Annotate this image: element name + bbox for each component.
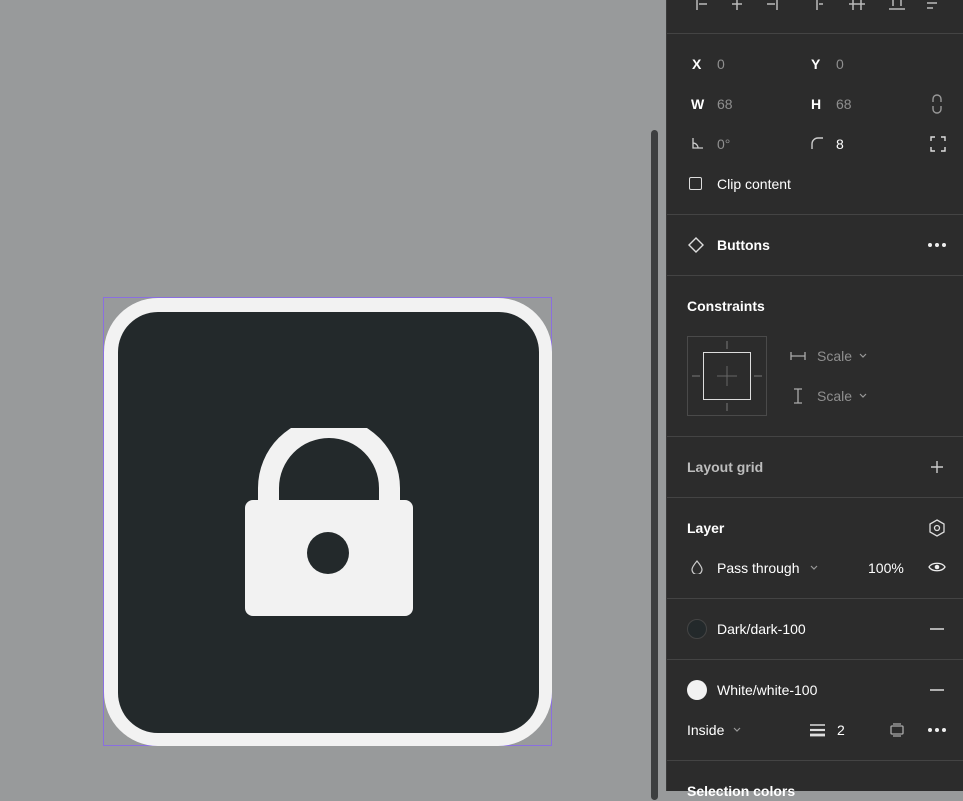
fill-row-dark: Dark/dark-100 <box>667 599 963 660</box>
blend-mode-icon <box>691 560 703 574</box>
rotation-field[interactable]: 0° <box>717 136 730 152</box>
component-diamond-icon <box>688 237 704 253</box>
y-field[interactable]: 0 <box>836 56 844 72</box>
horizontal-constraint-icon <box>790 352 806 360</box>
align-icons[interactable] <box>689 0 939 12</box>
layout-grid-section: Layout grid <box>667 437 963 498</box>
properties-panel: X 0 Y 0 W 68 H 68 0° 8 Clip content Butt… <box>666 0 963 799</box>
stroke-weight-icon <box>810 724 825 737</box>
constraints-title: Constraints <box>687 298 765 314</box>
constrain-proportions-icon[interactable] <box>931 94 943 114</box>
x-label: X <box>692 56 702 72</box>
layout-grid-title: Layout grid <box>687 459 764 475</box>
corner-radius-field[interactable]: 8 <box>836 136 844 152</box>
stroke-position-select[interactable]: Inside <box>687 722 724 738</box>
component-name[interactable]: Buttons <box>717 237 770 253</box>
fill-color-swatch[interactable] <box>687 619 707 639</box>
stroke-style-name[interactable]: White/white-100 <box>717 682 817 698</box>
horizontal-constraint-select[interactable]: Scale <box>817 348 852 364</box>
stroke-weight-field[interactable]: 2 <box>837 722 845 738</box>
selection-colors-title: Selection colors <box>687 783 796 799</box>
fill-style-name[interactable]: Dark/dark-100 <box>717 621 806 637</box>
stroke-more-options-icon[interactable] <box>927 727 947 733</box>
corner-radius-icon <box>811 137 823 149</box>
blend-mode-select[interactable]: Pass through <box>717 560 800 576</box>
vertical-constraint-icon <box>794 388 802 404</box>
clip-content-label: Clip content <box>717 176 791 192</box>
chevron-down-icon <box>859 393 867 398</box>
layer-opacity-field[interactable]: 100% <box>868 560 904 576</box>
rotation-icon <box>692 138 703 149</box>
constraints-widget[interactable] <box>687 336 767 416</box>
alignment-toolbar <box>667 0 963 34</box>
height-field[interactable]: 68 <box>836 96 852 112</box>
remove-fill-icon[interactable] <box>930 628 944 630</box>
width-field[interactable]: 68 <box>717 96 733 112</box>
chevron-down-icon <box>810 565 818 570</box>
y-label: Y <box>811 56 821 72</box>
individual-strokes-icon[interactable] <box>889 722 905 738</box>
chevron-down-icon <box>733 727 741 732</box>
transform-section: X 0 Y 0 W 68 H 68 0° 8 Clip content <box>667 34 963 215</box>
add-layout-grid-icon[interactable] <box>930 460 944 474</box>
design-canvas[interactable] <box>0 0 666 800</box>
selection-colors-section: Selection colors <box>667 761 963 801</box>
more-options-icon[interactable] <box>927 242 947 248</box>
canvas-scrollbar-thumb[interactable] <box>651 130 658 800</box>
visibility-eye-icon[interactable] <box>928 561 946 573</box>
style-icon[interactable] <box>928 519 946 537</box>
remove-stroke-icon[interactable] <box>930 689 944 691</box>
constraints-section: Constraints Scale Scale <box>667 276 963 437</box>
layer-section: Layer Pass through 100% <box>667 498 963 599</box>
chevron-down-icon <box>859 353 867 358</box>
x-field[interactable]: 0 <box>717 56 725 72</box>
layer-title: Layer <box>687 520 725 536</box>
vertical-constraint-select[interactable]: Scale <box>817 388 852 404</box>
w-label: W <box>691 96 705 112</box>
stroke-color-swatch[interactable] <box>687 680 707 700</box>
h-label: H <box>811 96 822 112</box>
stroke-section: White/white-100 Inside 2 <box>667 660 963 761</box>
lock-icon <box>245 428 413 616</box>
clip-content-checkbox[interactable] <box>689 177 702 190</box>
component-section: Buttons <box>667 215 963 276</box>
independent-corners-icon[interactable] <box>930 136 946 152</box>
